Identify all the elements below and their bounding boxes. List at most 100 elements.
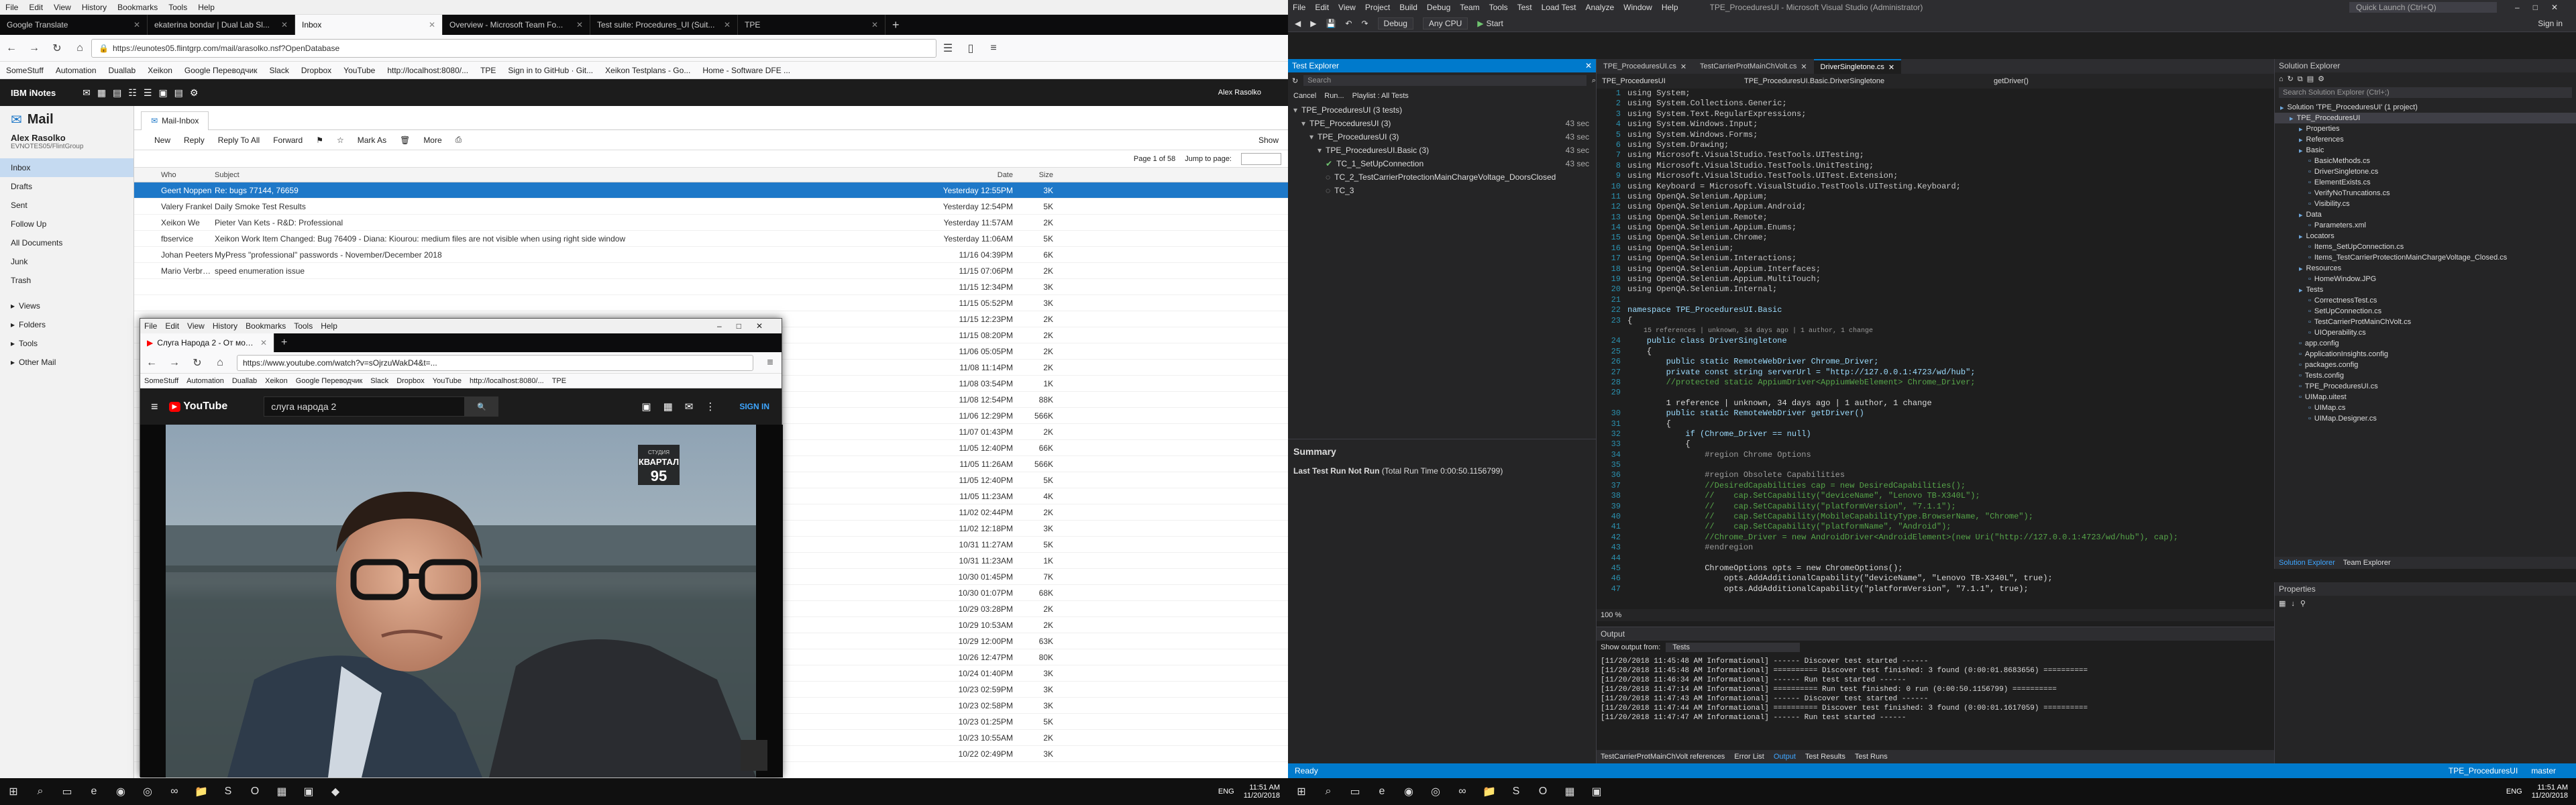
- skype-icon[interactable]: S: [1506, 782, 1526, 802]
- search-icon[interactable]: ⌕: [30, 782, 50, 802]
- app-switcher-icons[interactable]: ✉▦▤☷☰▣▤⚙: [83, 87, 205, 99]
- menu-icon[interactable]: ≡: [984, 39, 1003, 58]
- menu-tools[interactable]: Tools: [168, 3, 187, 12]
- windows-start-icon[interactable]: ⊞: [3, 782, 23, 802]
- tab-solution-explorer[interactable]: Solution Explorer: [2279, 559, 2335, 567]
- menu-help[interactable]: Help: [198, 3, 215, 12]
- bookmark-item[interactable]: YouTube: [343, 66, 375, 75]
- app-icon[interactable]: ◆: [325, 782, 345, 802]
- library-icon[interactable]: ☰: [938, 39, 957, 58]
- section-other-mail[interactable]: ▸ Other Mail: [0, 353, 133, 372]
- forward-icon[interactable]: ▶: [1310, 19, 1316, 28]
- bookmark-item[interactable]: TPE: [480, 66, 496, 75]
- home-icon[interactable]: ⌂: [70, 39, 89, 58]
- calculator-icon[interactable]: ▦: [1560, 782, 1580, 802]
- folder-trash[interactable]: Trash: [0, 271, 133, 290]
- redo-icon[interactable]: ↷: [1361, 19, 1368, 28]
- menu-file[interactable]: File: [144, 321, 157, 331]
- bookmark-item[interactable]: YouTube: [433, 377, 462, 385]
- close-icon[interactable]: ✕: [1680, 62, 1686, 71]
- bottom-tab[interactable]: Test Results: [1805, 753, 1845, 761]
- close-icon[interactable]: ✕: [429, 20, 435, 30]
- solution-item[interactable]: ▫ SetUpConnection.cs: [2275, 306, 2576, 317]
- folder-all-documents[interactable]: All Documents: [0, 233, 133, 252]
- menu-history[interactable]: History: [213, 321, 237, 331]
- test-tree-item[interactable]: ▾ TPE_ProceduresUI.Basic (3) 43 sec: [1288, 144, 1596, 157]
- solution-item[interactable]: ▫ ElementExists.cs: [2275, 177, 2576, 188]
- mail-row[interactable]: Mario Verbruggenspeed enumeration issue 1…: [134, 263, 1288, 279]
- menu-bookmarks[interactable]: Bookmarks: [246, 321, 286, 331]
- codelens[interactable]: 15 references | unknown, 34 days ago | 1…: [1627, 326, 1873, 336]
- bookmark-item[interactable]: SomeStuff: [6, 66, 44, 75]
- folder-junk[interactable]: Junk: [0, 252, 133, 271]
- solution-item[interactable]: ▫ Items_SetUpConnection.cs: [2275, 241, 2576, 252]
- cancel-button[interactable]: Cancel: [1293, 92, 1316, 100]
- task-view-icon[interactable]: ▭: [1345, 782, 1365, 802]
- test-tree-item[interactable]: ◌ TC_3: [1288, 184, 1596, 197]
- bookmark-item[interactable]: Automation: [56, 66, 97, 75]
- solution-item[interactable]: ▫ TPE_ProceduresUI.cs: [2275, 381, 2576, 392]
- search-icon[interactable]: ⌕: [1318, 782, 1338, 802]
- mail-row[interactable]: fbservice Xeikon Work Item Changed: Bug 7…: [134, 231, 1288, 247]
- task-view-icon[interactable]: ▭: [57, 782, 77, 802]
- sidebar-icon[interactable]: ▯: [961, 39, 980, 58]
- outlook-icon[interactable]: O: [1533, 782, 1553, 802]
- menu-team[interactable]: Team: [1460, 3, 1479, 12]
- back-icon[interactable]: ◀: [1295, 19, 1301, 28]
- language-indicator[interactable]: ENG: [1218, 788, 1234, 796]
- solution-item[interactable]: ▸ Basic: [2275, 145, 2576, 156]
- more-button[interactable]: More: [423, 136, 441, 145]
- section-tools[interactable]: ▸ Tools: [0, 334, 133, 353]
- youtube-logo[interactable]: ▶ YouTube: [168, 400, 227, 413]
- run-button[interactable]: Run...: [1324, 92, 1344, 100]
- vs-icon[interactable]: ∞: [164, 782, 184, 802]
- menu-history[interactable]: History: [82, 3, 107, 12]
- tab-youtube[interactable]: ▶ Слуга Народа 2 - От моло... ✕: [140, 333, 274, 352]
- signin-link[interactable]: Sign in: [2538, 19, 2563, 28]
- bookmark-item[interactable]: Slack: [370, 377, 388, 385]
- forward-icon[interactable]: →: [25, 39, 44, 58]
- test-tree-item[interactable]: ▾ TPE_ProceduresUI (3) 43 sec: [1288, 130, 1596, 144]
- save-icon[interactable]: 💾: [1326, 19, 1336, 28]
- solution-item[interactable]: ▫ UIMap.Designer.cs: [2275, 413, 2576, 424]
- solution-item[interactable]: ▫ HomeWindow.JPG: [2275, 274, 2576, 284]
- bookmark-item[interactable]: http://localhost:8080/...: [387, 66, 468, 75]
- solution-item[interactable]: ▫ packages.config: [2275, 360, 2576, 370]
- test-tree-item[interactable]: ▾ TPE_ProceduresUI (3 tests): [1288, 103, 1596, 117]
- bookmark-item[interactable]: Xeikon Testplans - Go...: [605, 66, 690, 75]
- signin-button[interactable]: SIGN IN: [739, 402, 769, 411]
- reply-button[interactable]: Reply: [184, 136, 205, 145]
- bookmark-item[interactable]: SomeStuff: [144, 377, 178, 385]
- bookmark-item[interactable]: Automation: [186, 377, 224, 385]
- quick-launch-input[interactable]: Quick Launch (Ctrl+Q): [2349, 2, 2498, 13]
- mail-row[interactable]: Johan Peeters MyPress "professional" pass…: [134, 247, 1288, 263]
- jump-input[interactable]: [1241, 152, 1281, 165]
- folder-inbox[interactable]: Inbox: [0, 158, 133, 177]
- tab-bondar[interactable]: ekaterina bondar | Dual Lab Sl... ✕: [148, 15, 295, 35]
- menu-edit[interactable]: Edit: [165, 321, 179, 331]
- terminal-icon[interactable]: ▣: [1587, 782, 1607, 802]
- explorer-icon[interactable]: 📁: [191, 782, 211, 802]
- menu-tools[interactable]: Tools: [1489, 3, 1508, 12]
- zoom-level[interactable]: 100 %: [1601, 611, 1621, 619]
- user-header[interactable]: Alex Rasolko: [1218, 89, 1261, 97]
- bookmark-item[interactable]: TPE: [552, 377, 566, 385]
- mail-row[interactable]: 11/15 05:52PM 3K: [134, 295, 1288, 311]
- show-from-dropdown[interactable]: Tests: [1666, 643, 1801, 652]
- close-icon[interactable]: ✕: [133, 20, 140, 30]
- tab-team-explorer[interactable]: Team Explorer: [2343, 559, 2391, 567]
- bookmark-item[interactable]: Google Переводчик: [296, 377, 363, 385]
- menu-analyze[interactable]: Analyze: [1585, 3, 1614, 12]
- menu-file[interactable]: File: [5, 3, 18, 12]
- solution-item[interactable]: ▫ UIMap.uitest: [2275, 392, 2576, 402]
- test-tree-item[interactable]: ✔ TC_1_SetUpConnection 43 sec: [1288, 157, 1596, 170]
- bookmark-item[interactable]: Slack: [269, 66, 288, 75]
- start-button[interactable]: ▶ Start: [1477, 19, 1503, 28]
- bookmark-item[interactable]: http://localhost:8080/...: [470, 377, 544, 385]
- bookmark-item[interactable]: Duallab: [232, 377, 257, 385]
- close-icon[interactable]: ✕: [1585, 61, 1592, 70]
- folder-sent[interactable]: Sent: [0, 196, 133, 215]
- tab-google-translate[interactable]: Google Translate ✕: [0, 15, 148, 35]
- close-icon[interactable]: ✕: [871, 20, 878, 30]
- bottom-tab[interactable]: Test Runs: [1855, 753, 1888, 761]
